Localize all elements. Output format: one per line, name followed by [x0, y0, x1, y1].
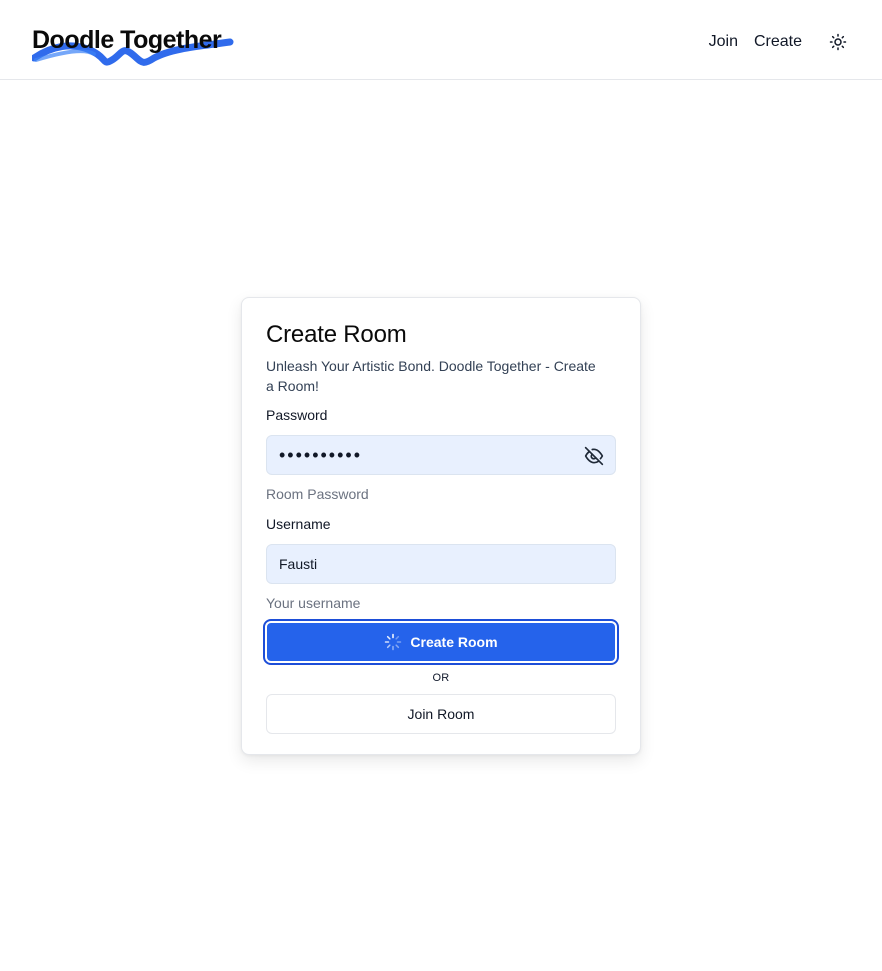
eye-off-icon: [584, 446, 604, 466]
create-room-card: Create Room Unleash Your Artistic Bond. …: [241, 297, 641, 755]
card-subtitle: Unleash Your Artistic Bond. Doodle Toget…: [266, 358, 596, 394]
join-room-button[interactable]: Join Room: [266, 694, 616, 734]
logo-text: Doodle Together: [32, 26, 222, 54]
username-label: Username: [266, 516, 331, 532]
password-input[interactable]: [267, 436, 615, 474]
nav-join-link[interactable]: Join: [709, 32, 738, 52]
spinner-icon: [385, 633, 402, 651]
top-nav: Join Create: [709, 30, 847, 54]
toggle-password-visibility-button[interactable]: [583, 445, 605, 467]
logo[interactable]: Doodle Together: [32, 24, 242, 72]
create-room-button-label: Create Room: [410, 634, 498, 650]
password-label: Password: [266, 407, 328, 423]
sun-icon: [829, 33, 847, 51]
password-helper-text: Room Password: [266, 486, 369, 502]
create-room-button[interactable]: Create Room: [263, 619, 619, 665]
card-title: Create Room: [266, 321, 407, 348]
join-room-button-label: Join Room: [407, 706, 475, 722]
username-input[interactable]: [267, 545, 615, 583]
app-header: Doodle Together Join Create: [0, 0, 882, 80]
password-field-wrapper: [266, 435, 616, 475]
or-divider: OR: [432, 672, 450, 684]
username-helper-text: Your username: [266, 595, 361, 611]
theme-toggle-button[interactable]: [826, 30, 850, 54]
username-field-wrapper: [266, 544, 616, 584]
nav-create-link[interactable]: Create: [754, 32, 802, 52]
